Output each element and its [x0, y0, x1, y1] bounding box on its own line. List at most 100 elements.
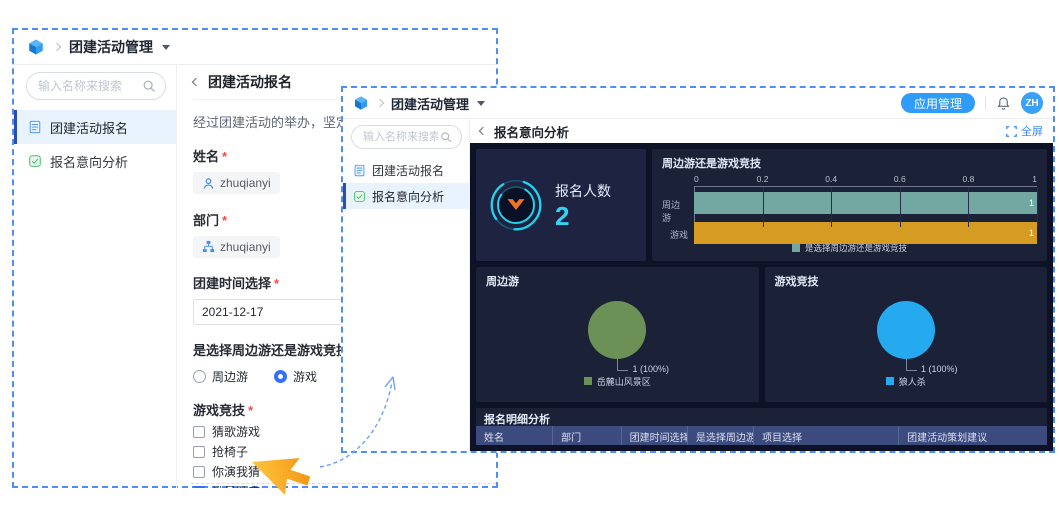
- department-value: zhuqianyi: [220, 240, 271, 254]
- kpi-card: 报名人数 2: [476, 149, 646, 261]
- radio-option-trip[interactable]: 周边游: [193, 368, 248, 385]
- checkbox-icon[interactable]: [193, 466, 205, 478]
- kpi-label: 报名人数: [555, 181, 611, 201]
- chart-title: 周边游: [486, 273, 749, 289]
- search-input[interactable]: [36, 78, 142, 94]
- required-mark: *: [274, 276, 279, 291]
- checkbox-option[interactable]: 你演我猜: [193, 464, 496, 479]
- name-value-tag[interactable]: zhuqianyi: [193, 172, 280, 194]
- app-title[interactable]: 团建活动管理: [69, 37, 153, 57]
- x-tick: 0.6: [894, 174, 906, 184]
- screenshot-canvas: 团建活动管理 团建活动报名 报名意向分析: [0, 0, 1059, 517]
- sidebar: 团建活动报名 报名意向分析: [343, 119, 470, 451]
- callout-line: [617, 359, 628, 371]
- page-title: 团建活动报名: [208, 72, 292, 92]
- bell-icon[interactable]: [996, 96, 1011, 111]
- dashboard: 报名人数 2 周边游还是游戏竞技 周边游 游戏: [470, 143, 1053, 451]
- name-value: zhuqianyi: [220, 176, 271, 190]
- column-header: 部门: [553, 426, 622, 445]
- chart-legend[interactable]: 岳麓山风景区: [486, 374, 749, 388]
- category-label: 周边游: [662, 198, 688, 224]
- radio-checked-icon[interactable]: [274, 370, 287, 383]
- column-header: 项目选择: [754, 426, 899, 445]
- search-icon: [142, 79, 156, 93]
- analysis-icon: [28, 154, 42, 168]
- callout-line: [906, 359, 917, 371]
- x-tick: 0.4: [825, 174, 837, 184]
- required-mark: *: [222, 149, 227, 164]
- bar-value-label: 1: [1029, 198, 1034, 208]
- checkbox-option[interactable]: 谁是卧底: [193, 484, 496, 488]
- pie-value-label: 1 (100%): [921, 364, 958, 374]
- gridline: [1037, 187, 1038, 227]
- radio-option-game[interactable]: 游戏: [274, 368, 317, 385]
- gridline: [831, 187, 832, 227]
- pie-callout: 1 (100%): [617, 359, 669, 371]
- sidebar-item-signup-form[interactable]: 团建活动报名: [14, 110, 176, 144]
- dashboard-panel: 报名意向分析 全屏: [470, 119, 1053, 451]
- gridline: [763, 187, 764, 227]
- legend-label: 狼人杀: [899, 375, 926, 388]
- department-value-tag[interactable]: zhuqianyi: [193, 236, 280, 258]
- cube-logo-icon: [27, 38, 45, 56]
- kpi-gauge-icon: [489, 178, 543, 232]
- caret-down-icon[interactable]: [477, 101, 485, 106]
- sidebar-item-label: 团建活动报名: [50, 118, 128, 137]
- pie-value-label: 1 (100%): [632, 364, 669, 374]
- legend-swatch: [792, 244, 800, 252]
- radio-icon[interactable]: [193, 370, 206, 383]
- x-tick: 0.8: [962, 174, 974, 184]
- fullscreen-icon: [1006, 126, 1017, 137]
- bar-chart-card: 周边游还是游戏竞技 周边游 游戏 0 0.2 0.4: [652, 149, 1047, 261]
- dashboard-window: 团建活动管理 应用管理 ZH 团建活动报名: [341, 86, 1055, 453]
- column-header-sortable[interactable]: 团建时间选择: [622, 426, 688, 445]
- fullscreen-button[interactable]: 全屏: [1006, 123, 1043, 139]
- x-tick: 0: [694, 174, 699, 184]
- app-title[interactable]: 团建活动管理: [391, 94, 469, 113]
- sidebar-item-intent-analysis[interactable]: 报名意向分析: [343, 183, 469, 209]
- breadcrumb-chevron-icon: [376, 99, 384, 107]
- sidebar-item-signup-form[interactable]: 团建活动报名: [343, 157, 469, 183]
- kpi-value: 2: [555, 203, 611, 229]
- app-header: 团建活动管理: [14, 30, 496, 65]
- pie-slice-trip[interactable]: [588, 301, 646, 359]
- document-icon: [353, 164, 366, 177]
- bar-trip[interactable]: 1: [694, 192, 1037, 214]
- pie-slice-game[interactable]: [877, 301, 935, 359]
- caret-down-icon[interactable]: [162, 45, 170, 50]
- search-input[interactable]: [361, 130, 440, 144]
- cube-logo-icon: [353, 95, 369, 111]
- category-label: 游戏: [670, 228, 688, 241]
- app-manage-button[interactable]: 应用管理: [901, 93, 975, 113]
- back-chevron-icon[interactable]: [479, 127, 487, 135]
- analysis-icon: [353, 190, 366, 203]
- required-mark: *: [248, 403, 253, 418]
- sidebar-item-intent-analysis[interactable]: 报名意向分析: [14, 144, 176, 178]
- pie-card-game: 游戏竞技 1 (100%) 狼人杀: [765, 267, 1048, 402]
- sidebar: 团建活动报名 报名意向分析: [14, 65, 177, 488]
- checkbox-checked-icon[interactable]: [193, 486, 205, 489]
- page-title: 报名意向分析: [494, 122, 569, 141]
- bar-game[interactable]: 1: [694, 222, 1037, 244]
- column-header-sortable[interactable]: 是选择周边游还是游...: [688, 426, 754, 445]
- avatar[interactable]: ZH: [1021, 92, 1043, 114]
- person-icon: [202, 177, 215, 190]
- chart-legend[interactable]: 狼人杀: [775, 374, 1038, 388]
- search-icon: [440, 131, 452, 143]
- detail-table-section: 报名明细分析 姓名 部门 团建时间选择 是选择周边游还是游... 项目选择 团建…: [476, 408, 1047, 445]
- column-header: 团建活动策划建议: [899, 426, 1047, 445]
- pie-card-trip: 周边游 1 (100%) 岳麓山风景区: [476, 267, 759, 402]
- back-chevron-icon[interactable]: [192, 78, 200, 86]
- footer-divider: [191, 483, 496, 484]
- document-icon: [28, 120, 42, 134]
- bar-chart: 周边游 游戏 0 0.2 0.4 0.6 0.8 1: [662, 174, 1037, 241]
- checkbox-icon[interactable]: [193, 426, 205, 438]
- sidebar-search[interactable]: [351, 125, 462, 149]
- table-title: 报名明细分析: [476, 408, 1047, 426]
- sidebar-search[interactable]: [26, 72, 166, 100]
- gridline: [900, 187, 901, 227]
- sidebar-item-label: 团建活动报名: [372, 162, 444, 179]
- org-chart-icon: [202, 240, 215, 253]
- checkbox-icon[interactable]: [193, 446, 205, 458]
- x-axis: [694, 186, 1037, 187]
